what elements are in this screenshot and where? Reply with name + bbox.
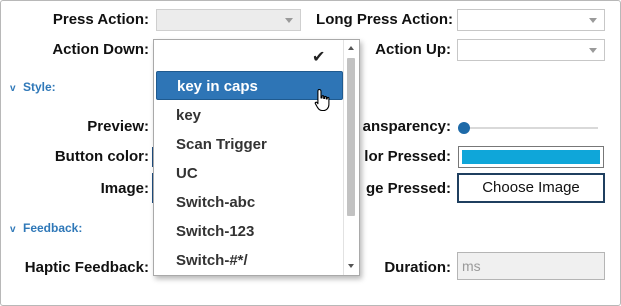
style-section-header[interactable]: v Style: <box>10 80 56 96</box>
dropdown-option[interactable]: Switch-abc <box>156 188 343 217</box>
chevron-down-icon <box>589 18 597 23</box>
long-press-action-select[interactable] <box>457 9 605 31</box>
action-down-dropdown-list[interactable]: ✔ key in caps key Scan Trigger UC Switch… <box>153 39 360 276</box>
transparency-label: ansparency: <box>362 118 451 135</box>
preview-label: Preview: <box>87 118 149 135</box>
scrollbar-thumb[interactable] <box>347 58 355 216</box>
chevron-down-icon: v <box>10 224 16 235</box>
dropdown-option[interactable]: Scan Trigger <box>156 130 343 159</box>
image-label: Image: <box>100 180 149 197</box>
action-down-label: Action Down: <box>52 41 149 58</box>
duration-input[interactable]: ms <box>457 252 605 280</box>
color-pressed-label: lor Pressed: <box>364 148 451 165</box>
hand-pointer-cursor-icon <box>314 88 330 112</box>
chevron-down-icon <box>285 18 293 23</box>
color-pressed-fill <box>462 150 600 164</box>
color-pressed-swatch[interactable] <box>458 146 604 168</box>
scroll-down-arrow-icon[interactable] <box>348 264 354 268</box>
duration-label: Duration: <box>384 259 451 276</box>
style-section-title: Style: <box>23 80 56 94</box>
transparency-slider-track[interactable] <box>461 127 598 129</box>
scroll-up-arrow-icon[interactable] <box>348 46 354 50</box>
action-up-label: Action Up: <box>375 41 451 58</box>
dropdown-option[interactable]: UC <box>156 159 343 188</box>
chevron-down-icon <box>589 48 597 53</box>
dropdown-option[interactable]: Switch-123 <box>156 217 343 246</box>
choose-image-button[interactable]: Choose Image <box>457 173 605 203</box>
transparency-slider-thumb[interactable] <box>458 122 470 134</box>
press-action-select[interactable] <box>156 9 301 31</box>
feedback-section-title: Feedback: <box>23 221 83 235</box>
dropdown-option[interactable]: Switch-#*/ <box>156 246 343 275</box>
haptic-feedback-label: Haptic Feedback: <box>24 259 149 276</box>
feedback-section-header[interactable]: v Feedback: <box>10 221 82 237</box>
button-properties-panel: Press Action: Long Press Action: Action … <box>0 0 621 306</box>
action-up-select[interactable] <box>457 39 605 61</box>
press-action-label: Press Action: <box>52 11 149 28</box>
chevron-down-icon: v <box>10 83 16 94</box>
checkmark-icon: ✔ <box>312 49 326 66</box>
long-press-action-label: Long Press Action: <box>316 11 453 28</box>
button-color-label: Button color: <box>54 148 149 165</box>
image-pressed-label: ge Pressed: <box>365 180 451 197</box>
dropdown-scrollbar[interactable] <box>343 40 359 275</box>
